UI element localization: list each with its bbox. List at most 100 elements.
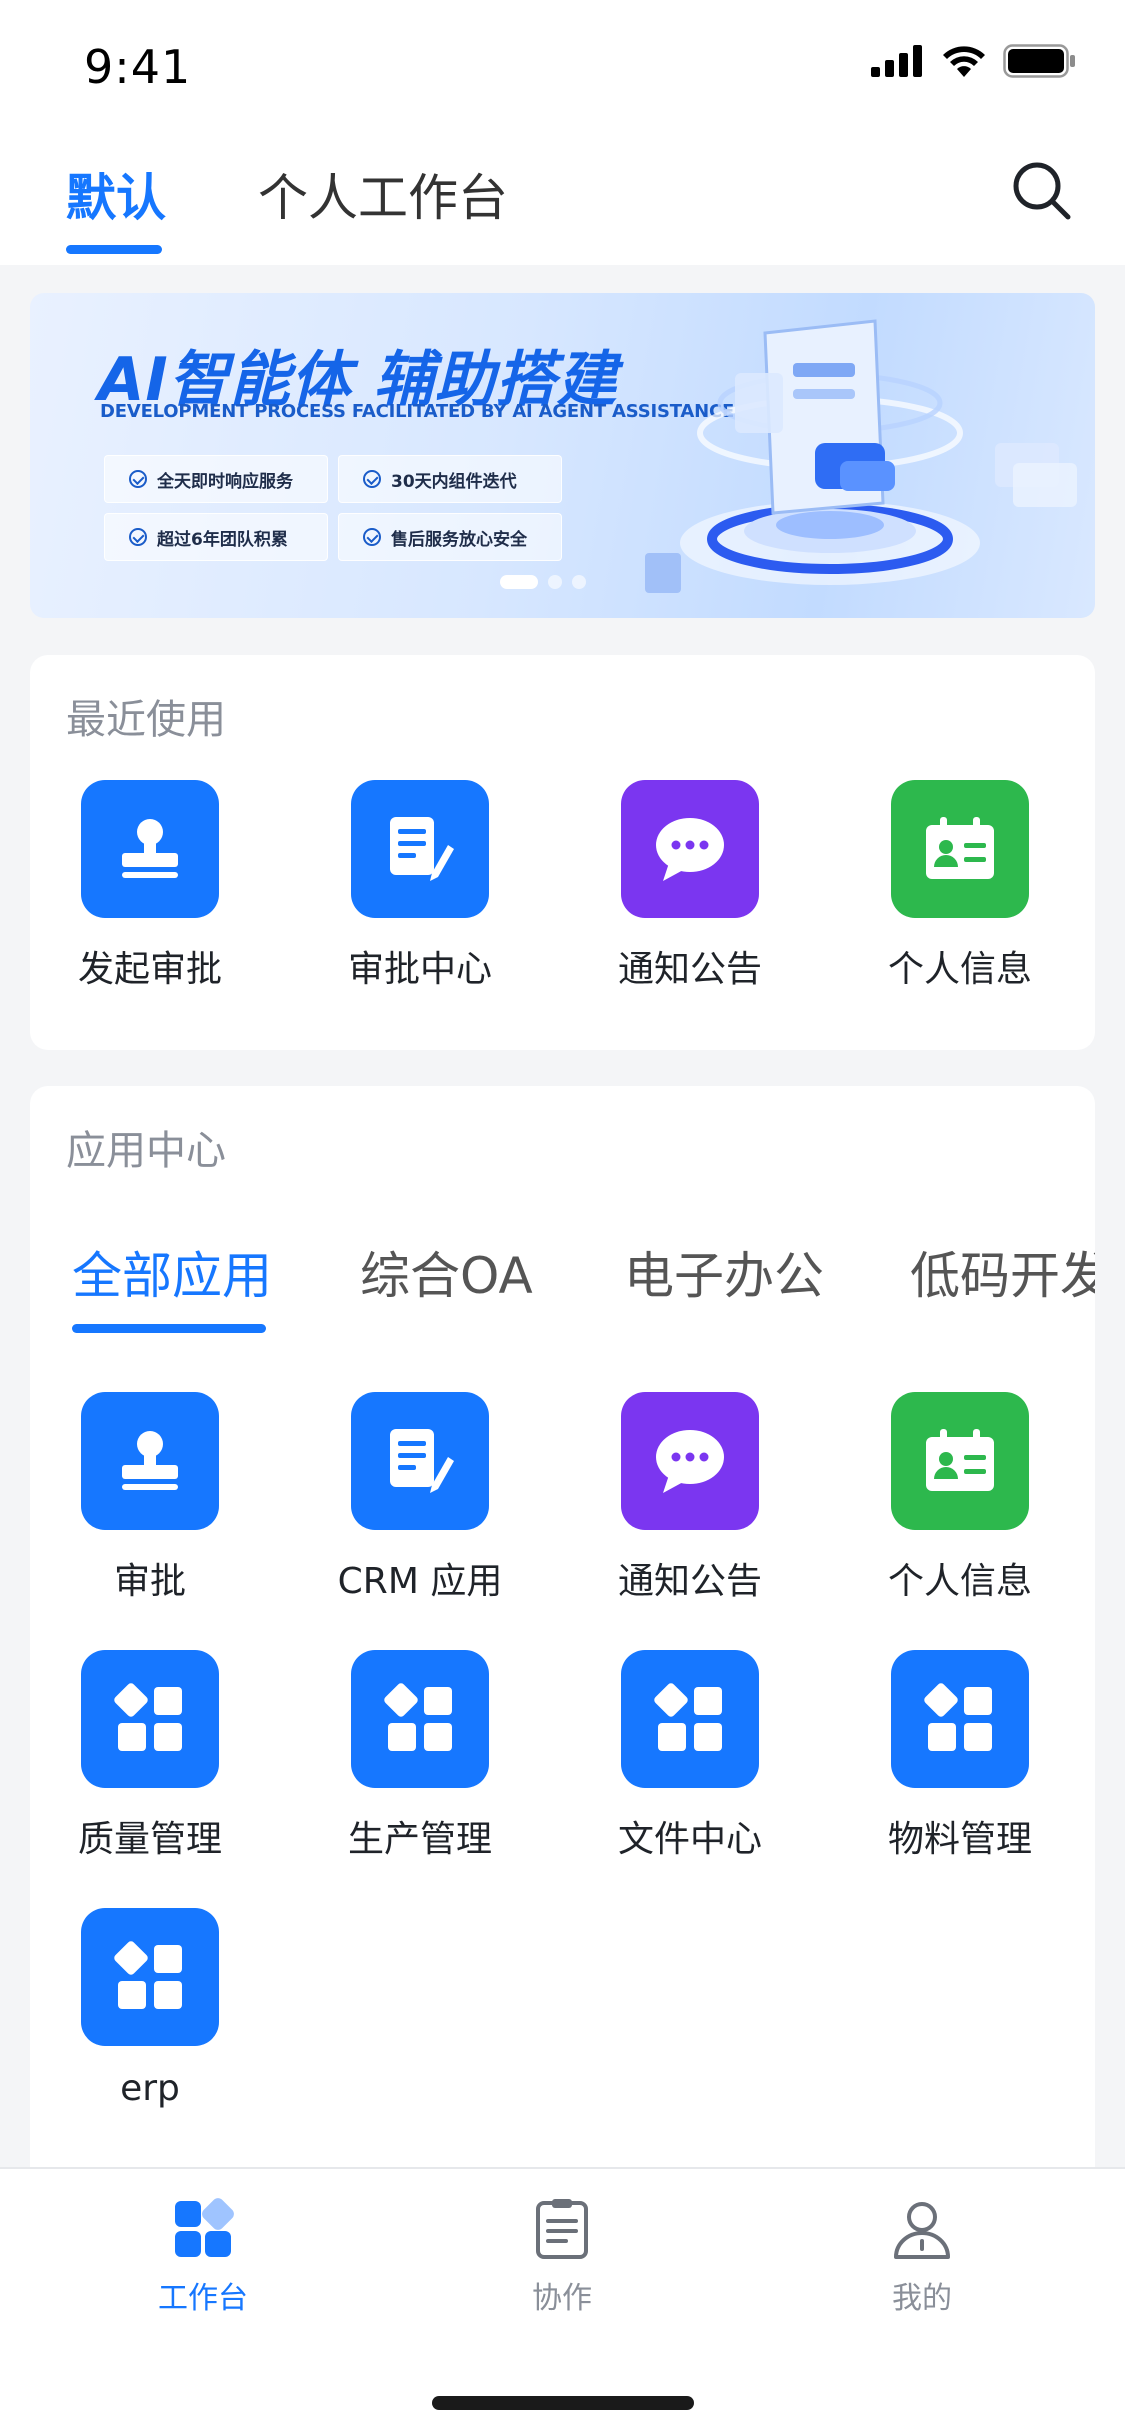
app-icon-tile <box>81 1908 219 2046</box>
app-center-section: 应用中心 全部应用 综合OA 电子办公 低码开发 审批 CRM 应用 通知公告 … <box>30 1086 1095 2167</box>
section-title: 应用中心 <box>66 1128 226 1174</box>
app-personal-info[interactable]: 个人信息 <box>870 780 1050 992</box>
pagination-dot[interactable] <box>572 575 586 589</box>
app-icon-tile <box>621 1650 759 1788</box>
pagination-dot[interactable] <box>500 575 538 589</box>
app-approval[interactable]: 审批 <box>60 1392 240 1604</box>
banner-illustration <box>645 319 1077 593</box>
app-grid-icon <box>924 1683 992 1751</box>
app-icon-tile <box>891 1392 1029 1530</box>
app-label: 通知公告 <box>617 949 762 990</box>
workbench-page: 9:41 默认 个人工作台 AI智能体 辅助搭建 DEVELOPMENT PRO… <box>0 0 1125 2436</box>
status-icons <box>871 44 1077 78</box>
check-circle-icon <box>363 470 381 488</box>
cellular-signal-icon <box>871 45 922 77</box>
app-launch-approval[interactable]: 发起审批 <box>60 780 240 992</box>
clipboard-icon <box>536 2199 588 2259</box>
banner-pagination <box>500 575 586 589</box>
app-label: 个人信息 <box>887 1561 1032 1602</box>
app-icon-tile <box>81 1650 219 1788</box>
app-icon-tile <box>81 780 219 918</box>
check-circle-icon <box>363 528 381 546</box>
status-bar: 9:41 <box>0 0 1125 132</box>
stamp-icon <box>122 1431 178 1490</box>
app-icon-tile <box>891 1650 1029 1788</box>
app-label: 审批 <box>113 1561 186 1602</box>
id-card-icon <box>926 1429 994 1491</box>
app-icon-tile <box>81 1392 219 1530</box>
pagination-dot[interactable] <box>548 575 562 589</box>
app-personal-info[interactable]: 个人信息 <box>870 1392 1050 1604</box>
check-circle-icon <box>129 528 147 546</box>
id-card-icon <box>926 817 994 879</box>
status-time: 9:41 <box>84 40 192 94</box>
header-tabs: 默认 个人工作台 <box>0 150 1125 265</box>
stamp-icon <box>122 819 178 878</box>
promo-banner[interactable]: AI智能体 辅助搭建 DEVELOPMENT PROCESS FACILITAT… <box>30 293 1095 618</box>
app-grid-icon <box>114 1941 182 2009</box>
app-grid-icon <box>114 1683 182 1751</box>
app-notice[interactable]: 通知公告 <box>600 1392 780 1604</box>
top-area: 9:41 默认 个人工作台 <box>0 0 1125 265</box>
app-quality-management[interactable]: 质量管理 <box>60 1650 240 1862</box>
app-icon-tile <box>891 780 1029 918</box>
chat-bubble-icon <box>656 1430 724 1493</box>
tab-oa[interactable]: 综合OA <box>360 1236 533 1308</box>
app-label: 审批中心 <box>347 949 492 990</box>
app-label: erp <box>120 2068 180 2109</box>
workbench-icon <box>175 2198 234 2257</box>
search-icon <box>1013 162 1071 220</box>
recent-section: 最近使用 发起审批 审批中心 通知公告 个人信息 <box>30 655 1095 1050</box>
app-production-management[interactable]: 生产管理 <box>330 1650 510 1862</box>
section-title: 最近使用 <box>66 697 226 743</box>
nav-collaboration[interactable]: 协作 <box>462 2197 662 2317</box>
app-label: 质量管理 <box>77 1819 222 1860</box>
app-label: 通知公告 <box>617 1561 762 1602</box>
app-label: 物料管理 <box>887 1819 1032 1860</box>
app-grid-icon <box>654 1683 722 1751</box>
tab-personal-workbench[interactable]: 个人工作台 <box>258 158 508 230</box>
nav-mine[interactable]: 我的 <box>822 2197 1022 2317</box>
banner-badge: 超过6年团队积累 <box>104 513 328 561</box>
tab-e-office[interactable]: 电子办公 <box>624 1236 824 1308</box>
app-label: 个人信息 <box>887 949 1032 990</box>
app-erp[interactable]: erp <box>60 1908 240 2109</box>
nav-label: 工作台 <box>158 2281 248 2316</box>
wifi-icon <box>943 46 985 77</box>
app-notice[interactable]: 通知公告 <box>600 780 780 992</box>
document-edit-icon <box>390 817 454 881</box>
app-material-management[interactable]: 物料管理 <box>870 1650 1050 1862</box>
profile-icon <box>894 2202 950 2259</box>
tab-underline <box>72 1324 266 1333</box>
battery-icon <box>1003 44 1075 78</box>
app-grid-icon <box>384 1683 452 1751</box>
chat-bubble-icon <box>656 818 724 881</box>
tab-underline <box>66 245 162 254</box>
app-label: 发起审批 <box>77 949 222 990</box>
app-approval-center[interactable]: 审批中心 <box>330 780 510 992</box>
tab-default[interactable]: 默认 <box>66 158 166 230</box>
check-circle-icon <box>129 470 147 488</box>
nav-workbench[interactable]: 工作台 <box>103 2197 303 2317</box>
tab-all-apps[interactable]: 全部应用 <box>72 1236 272 1308</box>
banner-badge: 全天即时响应服务 <box>104 455 328 503</box>
nav-label: 我的 <box>892 2281 952 2316</box>
app-label: 文件中心 <box>617 1819 762 1860</box>
home-indicator <box>432 2396 694 2410</box>
document-edit-icon <box>390 1429 454 1493</box>
app-crm[interactable]: CRM 应用 <box>330 1392 510 1604</box>
app-icon-tile <box>351 1650 489 1788</box>
app-icon-tile <box>621 1392 759 1530</box>
category-tabs: 全部应用 综合OA 电子办公 低码开发 <box>30 1236 1095 1316</box>
search-button[interactable] <box>1011 160 1073 222</box>
banner-badge: 30天内组件迭代 <box>338 455 562 503</box>
app-label: CRM 应用 <box>337 1561 503 1602</box>
app-icon-tile <box>351 1392 489 1530</box>
app-file-center[interactable]: 文件中心 <box>600 1650 780 1862</box>
nav-label: 协作 <box>532 2281 592 2316</box>
tab-low-code[interactable]: 低码开发 <box>910 1236 1095 1308</box>
app-icon-tile <box>351 780 489 918</box>
app-icon-tile <box>621 780 759 918</box>
app-label: 生产管理 <box>347 1819 492 1860</box>
banner-badge: 售后服务放心安全 <box>338 513 562 561</box>
